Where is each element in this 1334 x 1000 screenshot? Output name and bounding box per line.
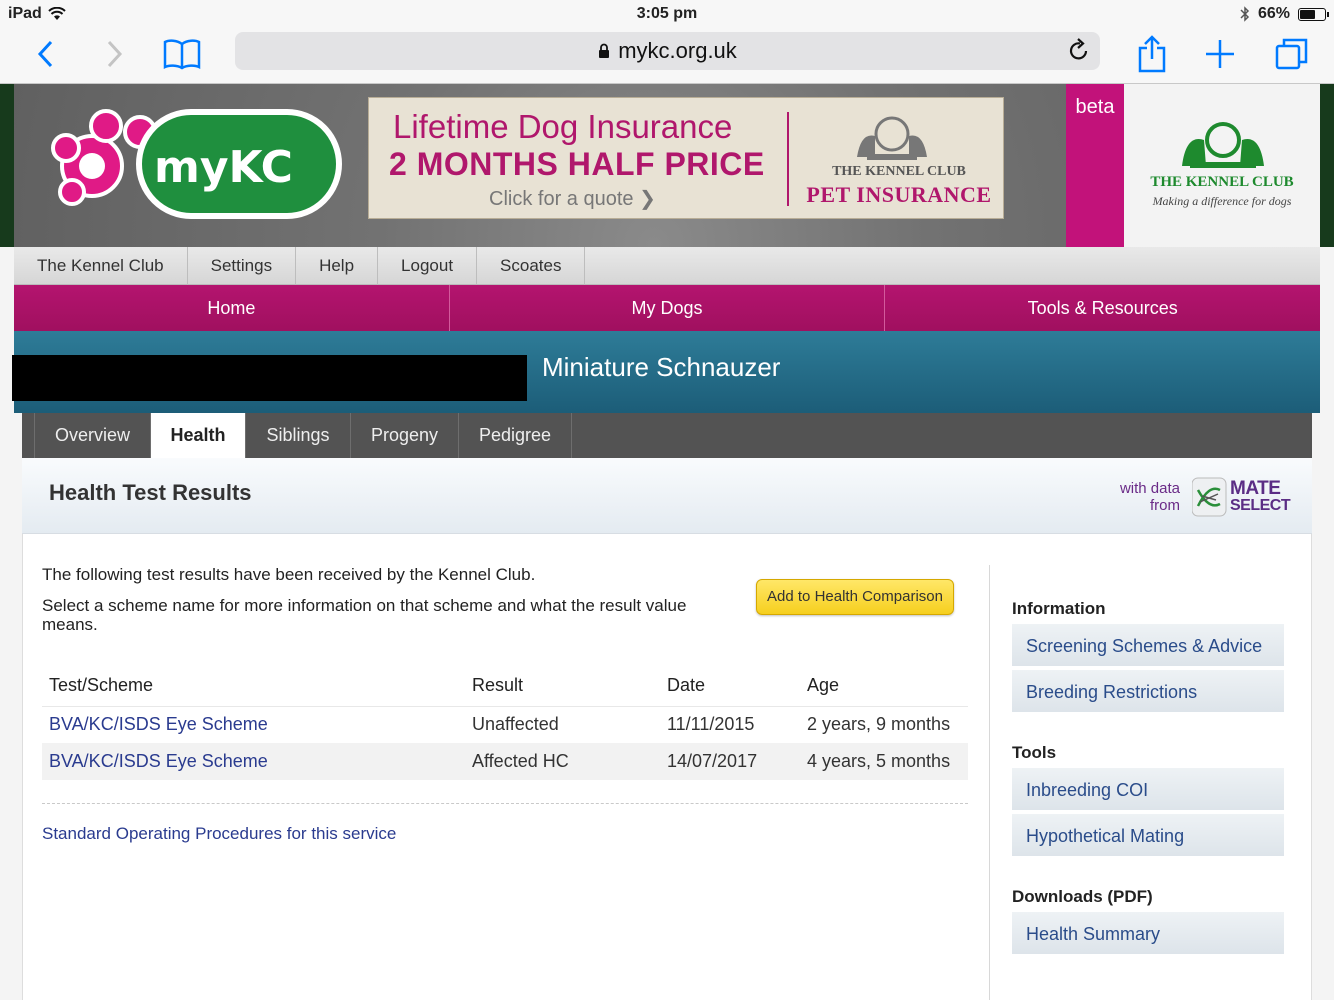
book-icon bbox=[163, 39, 201, 70]
plus-icon bbox=[1206, 40, 1234, 68]
beta-badge: beta bbox=[1066, 84, 1124, 247]
status-right: 66% bbox=[1240, 5, 1329, 23]
lock-icon bbox=[599, 43, 610, 58]
mainnav-my-dogs[interactable]: My Dogs bbox=[450, 285, 886, 331]
age-value: 2 years, 9 months bbox=[800, 706, 968, 743]
column-header-date: Date bbox=[660, 666, 800, 707]
mykc-logo[interactable]: myKC bbox=[44, 104, 344, 224]
ad-offer: 2 MONTHS HALF PRICE bbox=[389, 146, 765, 182]
dog-breed: Miniature Schnauzer bbox=[542, 352, 781, 382]
mainnav-home[interactable]: Home bbox=[14, 285, 450, 331]
health-results-table: Test/Scheme Result Date Age BVA/KC/ISDS … bbox=[42, 666, 968, 780]
reload-icon bbox=[1069, 38, 1088, 60]
redacted-dog-name bbox=[12, 355, 527, 401]
kennel-club-dogs-icon bbox=[1182, 122, 1264, 168]
chevron-right-icon: ❯ bbox=[639, 188, 656, 210]
result-value: Unaffected bbox=[465, 706, 660, 743]
topnav-help[interactable]: Help bbox=[296, 247, 379, 285]
kennel-club-title: THE KENNEL CLUB bbox=[1150, 174, 1294, 190]
address-bar[interactable]: mykc.org.uk bbox=[235, 32, 1100, 70]
sidebar-divider bbox=[989, 565, 990, 1000]
main-nav: Home My Dogs Tools & Resources bbox=[14, 285, 1320, 331]
topnav-kennel-club[interactable]: The Kennel Club bbox=[14, 247, 188, 285]
battery-fill bbox=[1300, 9, 1316, 19]
reload-button[interactable] bbox=[1068, 38, 1090, 68]
result-value: Affected HC bbox=[465, 743, 660, 780]
scheme-link[interactable]: BVA/KC/ISDS Eye Scheme bbox=[42, 706, 465, 743]
sidebar-item-health-summary[interactable]: Health Summary bbox=[1012, 912, 1284, 956]
topnav-settings[interactable]: Settings bbox=[188, 247, 297, 285]
clock: 3:05 pm bbox=[636, 5, 698, 22]
ad-divider bbox=[787, 112, 789, 206]
sidebar-item-hypothetical-mating[interactable]: Hypothetical Mating bbox=[1012, 814, 1284, 858]
page-frame-right bbox=[1320, 84, 1334, 247]
column-header-age: Age bbox=[800, 666, 968, 707]
url-text: mykc.org.uk bbox=[618, 38, 737, 63]
bookmarks-button[interactable] bbox=[162, 32, 202, 76]
kennel-club-logo[interactable]: THE KENNEL CLUB Making a difference for … bbox=[1124, 84, 1320, 247]
data-source-label: with data from bbox=[1119, 480, 1180, 514]
tabs-icon bbox=[1275, 38, 1308, 70]
insurance-ad[interactable]: Lifetime Dog Insurance 2 MONTHS HALF PRI… bbox=[368, 97, 1004, 219]
mainnav-tools-resources[interactable]: Tools & Resources bbox=[885, 285, 1320, 331]
add-to-health-comparison-button[interactable]: Add to Health Comparison bbox=[756, 579, 954, 615]
chevron-right-icon bbox=[107, 40, 123, 68]
topnav-user[interactable]: Scoates bbox=[477, 247, 586, 285]
age-value: 4 years, 5 months bbox=[800, 743, 968, 780]
date-value: 11/11/2015 bbox=[660, 706, 800, 743]
sidebar-heading-information: Information bbox=[1012, 599, 1106, 618]
sidebar-item-inbreeding-coi[interactable]: Inbreeding COI bbox=[1012, 768, 1284, 812]
browser-toolbar: mykc.org.uk bbox=[0, 28, 1334, 84]
share-button[interactable] bbox=[1136, 32, 1168, 76]
tab-pedigree[interactable]: Pedigree bbox=[459, 413, 572, 458]
tabs-button[interactable] bbox=[1274, 32, 1310, 76]
battery-percent: 66% bbox=[1257, 5, 1290, 22]
sidebar-item-screening-schemes[interactable]: Screening Schemes & Advice bbox=[1012, 624, 1284, 668]
tab-overview[interactable]: Overview bbox=[35, 413, 151, 458]
scheme-link[interactable]: BVA/KC/ISDS Eye Scheme bbox=[42, 743, 465, 780]
ad-cta: Click for a quote ❯ bbox=[489, 188, 656, 210]
chevron-left-icon bbox=[37, 40, 53, 68]
table-row: BVA/KC/ISDS Eye Scheme Unaffected 11/11/… bbox=[42, 706, 968, 743]
forward-button[interactable] bbox=[100, 32, 130, 76]
table-row: BVA/KC/ISDS Eye Scheme Affected HC 14/07… bbox=[42, 743, 968, 780]
sidebar-heading-tools: Tools bbox=[1012, 743, 1057, 762]
table-header-row: Test/Scheme Result Date Age bbox=[42, 666, 968, 707]
ad-brand-bottom: PET INSURANCE bbox=[806, 182, 992, 207]
back-button[interactable] bbox=[30, 32, 60, 76]
mate-select-text-bottom: SELECT bbox=[1230, 497, 1291, 514]
share-icon bbox=[1138, 35, 1166, 73]
page-frame-left bbox=[0, 84, 14, 247]
logo-text: myKC bbox=[154, 142, 293, 193]
page-title: Health Test Results bbox=[49, 480, 252, 505]
date-value: 14/07/2017 bbox=[660, 743, 800, 780]
ad-headline: Lifetime Dog Insurance bbox=[393, 108, 733, 145]
kennel-club-emblem-icon bbox=[857, 116, 927, 160]
status-bar: iPad 3:05 pm 66% bbox=[0, 0, 1334, 28]
topnav-logout[interactable]: Logout bbox=[378, 247, 478, 285]
section-divider bbox=[42, 803, 968, 804]
column-header-result: Result bbox=[465, 666, 660, 707]
site-banner: myKC Lifetime Dog Insurance 2 MONTHS HAL… bbox=[14, 84, 1320, 247]
tab-health[interactable]: Health bbox=[151, 413, 246, 458]
tab-spacer bbox=[22, 413, 35, 458]
tab-progeny[interactable]: Progeny bbox=[351, 413, 459, 458]
intro-text-2: Select a scheme name for more informatio… bbox=[42, 596, 687, 634]
new-tab-button[interactable] bbox=[1204, 32, 1236, 76]
intro-text-1: The following test results have been rec… bbox=[42, 565, 536, 584]
tab-siblings[interactable]: Siblings bbox=[246, 413, 351, 458]
top-nav: The Kennel Club Settings Help Logout Sco… bbox=[14, 247, 1320, 285]
ad-brand-top: THE KENNEL CLUB bbox=[832, 164, 966, 179]
battery-icon bbox=[1298, 7, 1329, 21]
sidebar-item-breeding-restrictions[interactable]: Breeding Restrictions bbox=[1012, 670, 1284, 714]
column-header-scheme: Test/Scheme bbox=[42, 666, 465, 707]
sidebar-heading-downloads: Downloads (PDF) bbox=[1012, 887, 1153, 906]
bluetooth-icon bbox=[1240, 6, 1250, 22]
kennel-club-tagline: Making a difference for dogs bbox=[1152, 194, 1292, 208]
sop-link[interactable]: Standard Operating Procedures for this s… bbox=[42, 824, 396, 844]
